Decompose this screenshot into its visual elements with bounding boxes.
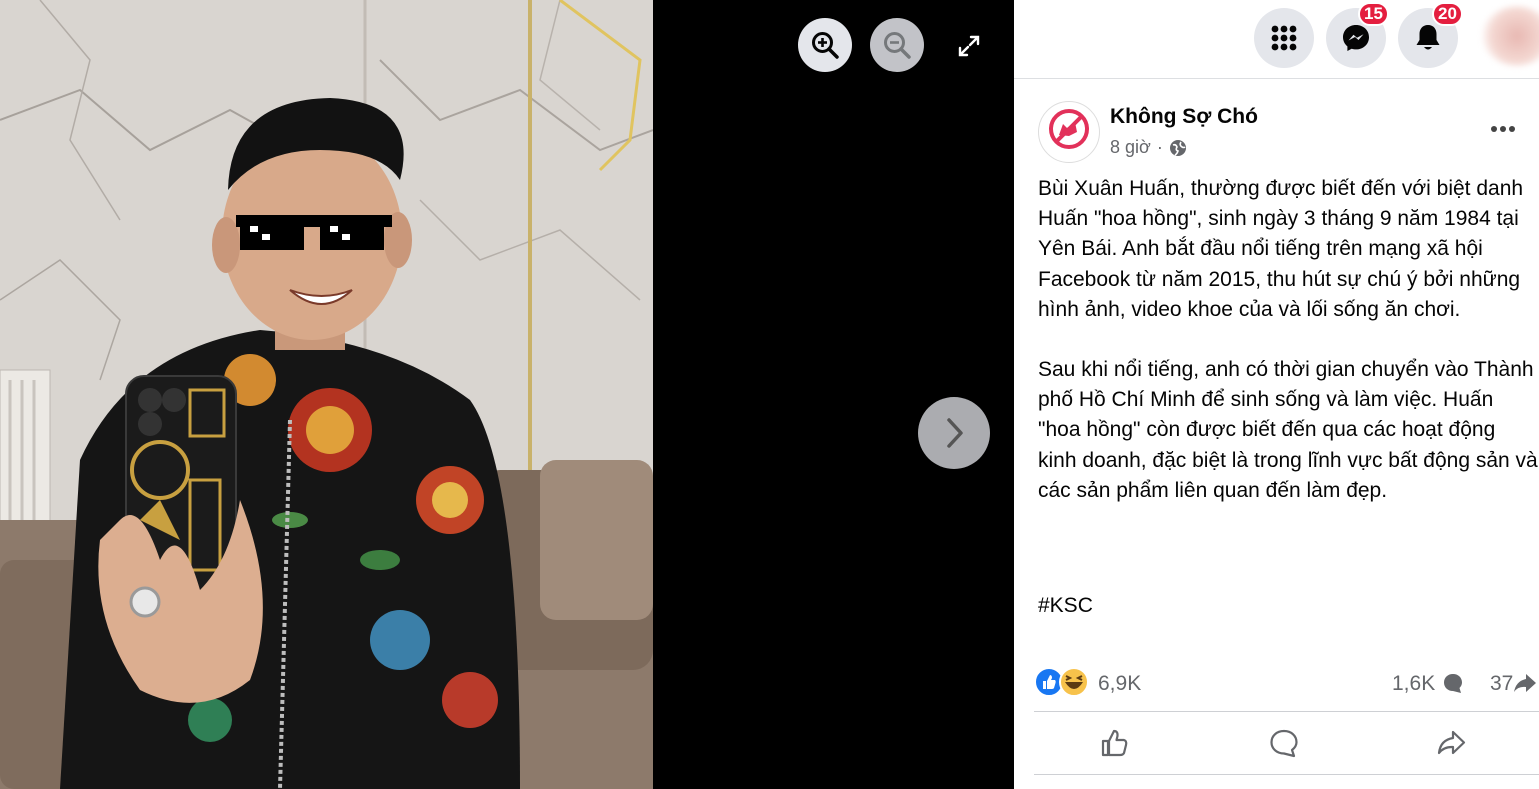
- post-time[interactable]: 8 giờ: [1110, 137, 1151, 158]
- user-avatar[interactable]: [1482, 6, 1539, 66]
- like-button[interactable]: [1054, 712, 1174, 774]
- post-text: Bùi Xuân Huấn, thường được biết đến với …: [1038, 174, 1538, 536]
- menu-button[interactable]: [1254, 8, 1314, 68]
- page-name[interactable]: Không Sợ Chó: [1110, 105, 1258, 129]
- photo-illustration: [0, 0, 653, 789]
- fullscreen-icon: [958, 35, 980, 57]
- notifications-button[interactable]: 20: [1398, 2, 1463, 68]
- share-icon: [1437, 730, 1466, 755]
- thumbs-up-icon: [1101, 729, 1128, 757]
- zoom-in-icon: [812, 32, 839, 59]
- next-photo-button[interactable]: [918, 397, 990, 469]
- share-arrow-icon: [1514, 674, 1536, 692]
- meta-separator: ·: [1156, 137, 1163, 157]
- comment-button[interactable]: [1224, 712, 1344, 774]
- comment-icon: [1270, 729, 1298, 758]
- comment-bubble-icon: [1444, 674, 1462, 693]
- comments-count[interactable]: 1,6K: [1392, 672, 1435, 696]
- next-arrow-icon: [947, 418, 963, 448]
- grid-menu-icon: [1271, 25, 1297, 51]
- messenger-icon: [1343, 25, 1369, 51]
- more-dots-icon: [1491, 126, 1515, 132]
- bell-icon: [1416, 25, 1440, 50]
- zoom-out-icon: [884, 32, 911, 59]
- top-bar: 15 20: [1014, 0, 1539, 79]
- post-paragraph: Sau khi nổi tiếng, anh có thời gian chuy…: [1038, 358, 1538, 502]
- post-action-bar: [1034, 711, 1539, 775]
- photo-viewer-background: [653, 0, 1014, 789]
- shares-count[interactable]: 37: [1490, 672, 1513, 696]
- reactions-count[interactable]: 6,9K: [1098, 672, 1141, 696]
- messenger-button[interactable]: 15: [1326, 2, 1389, 68]
- page-avatar[interactable]: [1038, 101, 1100, 163]
- share-button[interactable]: [1391, 712, 1511, 774]
- reactions-summary: 6,9K 1,6K 37: [1034, 664, 1539, 700]
- globe-icon: [1169, 139, 1186, 156]
- post-meta: 8 giờ ·: [1110, 137, 1187, 158]
- post-panel: 15 20 Không Sợ Chó 8 giờ · Bùi Xuân Huấn…: [1014, 0, 1539, 789]
- reaction-icons[interactable]: [1034, 666, 1094, 700]
- post-photo[interactable]: [0, 0, 653, 789]
- post-paragraph: Bùi Xuân Huấn, thường được biết đến với …: [1038, 177, 1524, 321]
- more-options-button[interactable]: [1488, 116, 1518, 142]
- page-logo-icon: [1049, 109, 1089, 149]
- notifications-badge: 20: [1432, 2, 1463, 26]
- messenger-badge: 15: [1358, 2, 1389, 26]
- fullscreen-button[interactable]: [950, 28, 988, 64]
- zoom-out-button[interactable]: [870, 18, 924, 72]
- zoom-in-button[interactable]: [798, 18, 852, 72]
- hashtag-link[interactable]: #KSC: [1038, 591, 1093, 621]
